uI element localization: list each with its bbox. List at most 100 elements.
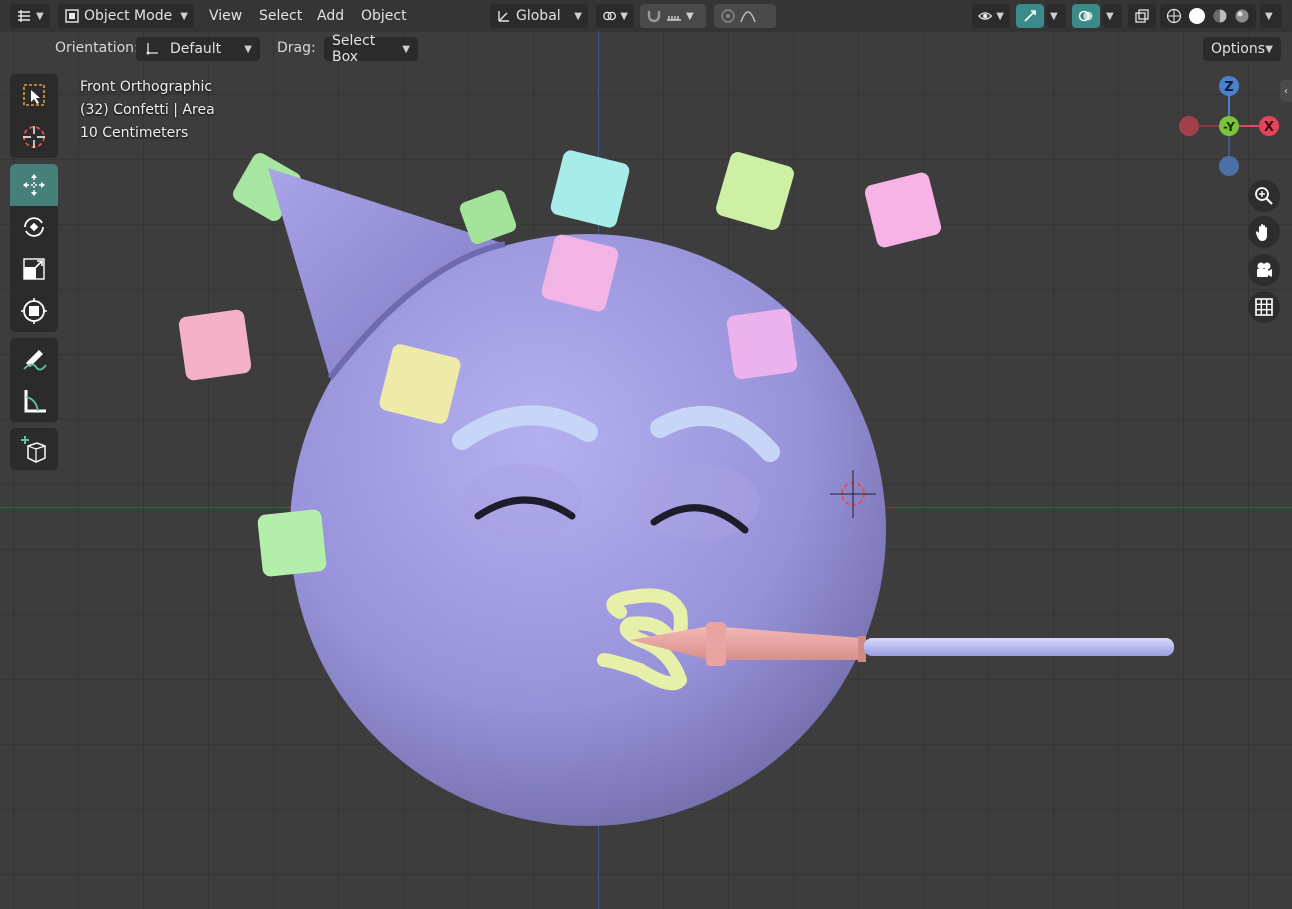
rotate-tool[interactable] [10, 206, 58, 248]
snap-toggle[interactable]: ▼ [640, 4, 706, 28]
gizmo-toggle[interactable] [1016, 4, 1044, 28]
gizmo-neg-y-axis[interactable]: -Y [1219, 116, 1239, 136]
overlays-dropdown[interactable]: ▼ [1102, 4, 1122, 28]
chevron-down-icon: ▼ [620, 10, 628, 22]
select-box-tool[interactable] [10, 74, 58, 116]
gizmo-z-axis[interactable]: Z [1219, 76, 1239, 96]
select-box-icon [23, 84, 45, 106]
orientation-setting-dropdown[interactable]: Default ▼ [136, 37, 260, 61]
wireframe-shading-icon[interactable] [1166, 8, 1182, 24]
viewport-info: Front Orthographic (32) Confetti | Area … [80, 76, 215, 145]
zoom-icon [1255, 187, 1273, 205]
chevron-down-icon: ▼ [996, 10, 1004, 22]
menu-add[interactable]: Add [317, 4, 344, 28]
scale-icon [23, 258, 45, 280]
chevron-down-icon: ▼ [1050, 10, 1058, 22]
transform-orientation-dropdown[interactable]: Global ▼ [490, 4, 588, 28]
grid-icon [1255, 298, 1273, 316]
drag-setting-value: Select Box [332, 33, 376, 65]
orientation-setting-label: Orientation: [55, 40, 139, 56]
chevron-down-icon: ▼ [180, 10, 188, 22]
svg-text:X: X [1264, 120, 1274, 135]
chevron-down-icon: ▼ [1265, 10, 1273, 22]
menu-object[interactable]: Object [361, 4, 407, 28]
cursor-tool[interactable] [10, 116, 58, 158]
chevron-down-icon: ▼ [244, 43, 252, 55]
tool-group-transform [10, 164, 58, 332]
camera-icon [1257, 262, 1272, 277]
editor-type-icon [18, 10, 30, 22]
mode-dropdown[interactable]: Object Mode ▼ [58, 4, 194, 28]
gizmo-dropdown[interactable]: ▼ [1046, 4, 1066, 28]
falloff-curve-icon [740, 11, 756, 23]
tool-group-annotate [10, 338, 58, 422]
shading-mode-group [1160, 4, 1256, 28]
sidebar-toggle[interactable]: ‹ [1280, 80, 1292, 102]
toggle-perspective-button[interactable] [1248, 291, 1280, 323]
party-horn[interactable] [630, 622, 1174, 666]
tool-settings-bar: Orientation: Default ▼ Drag: Select Box … [0, 33, 1292, 65]
transform-tool[interactable] [10, 290, 58, 332]
camera-view-button[interactable] [1248, 254, 1280, 286]
zoom-button[interactable] [1248, 180, 1280, 212]
measure-icon [24, 390, 46, 413]
magnet-icon [647, 11, 661, 23]
chevron-down-icon: ▼ [1265, 43, 1273, 55]
orientation-setting-value: Default [170, 41, 222, 57]
xray-toggle[interactable] [1128, 4, 1156, 28]
drag-setting-label: Drag: [277, 40, 316, 56]
scale-tool[interactable] [10, 248, 58, 290]
move-icon [23, 174, 45, 196]
view-name: Front Orthographic [80, 79, 213, 95]
add-cube-icon [21, 436, 46, 463]
gizmo-x-axis[interactable]: X [1259, 116, 1279, 136]
measure-tool[interactable] [10, 380, 58, 422]
proportional-edit-icon [721, 9, 735, 23]
tool-group-select [10, 74, 58, 158]
chevron-down-icon: ▼ [574, 10, 582, 22]
object-info: (32) Confetti | Area [80, 102, 215, 118]
hand-icon [1255, 224, 1267, 241]
tool-group-add [10, 428, 58, 470]
grid-scale: 10 Centimeters [80, 125, 189, 141]
rotate-icon [24, 217, 44, 237]
drag-setting-dropdown[interactable]: Select Box ▼ [324, 33, 418, 65]
chevron-down-icon: ▼ [1106, 10, 1114, 22]
editor-type-button[interactable]: ▼ [10, 4, 50, 28]
pivot-icon [603, 11, 617, 21]
menu-view[interactable]: View [209, 4, 242, 28]
material-preview-icon[interactable] [1212, 8, 1228, 24]
menu-select[interactable]: Select [259, 4, 302, 28]
gizmo-icon [1024, 10, 1036, 22]
tool-shelf [10, 74, 58, 476]
svg-text:-Y: -Y [1223, 120, 1235, 134]
solid-shading-icon[interactable] [1188, 7, 1206, 25]
rendered-shading-icon[interactable] [1234, 8, 1250, 24]
visibility-dropdown[interactable]: ▼ [972, 4, 1010, 28]
move-tool[interactable] [10, 164, 58, 206]
eye-icon [978, 12, 993, 20]
snap-increment-icon [667, 16, 681, 21]
navigation-gizmo[interactable]: Z X -Y [1170, 72, 1288, 180]
shading-dropdown[interactable]: ▼ [1260, 4, 1282, 28]
orientation-label: Global [516, 8, 561, 24]
xray-icon [1135, 9, 1149, 23]
transform-icon [21, 298, 47, 324]
chevron-left-icon: ‹ [1284, 85, 1288, 97]
pivot-dropdown[interactable]: ▼ [596, 4, 634, 28]
svg-text:Z: Z [1224, 80, 1233, 95]
chevron-down-icon: ▼ [402, 43, 410, 55]
options-label: Options [1211, 41, 1266, 57]
orientation-axes-icon [146, 43, 158, 55]
viewport-header: ▼ Object Mode ▼ View Select Add Object G… [0, 0, 1292, 32]
overlays-toggle[interactable] [1072, 4, 1100, 28]
proportional-edit-toggle[interactable] [714, 4, 776, 28]
chevron-down-icon: ▼ [686, 10, 694, 22]
options-dropdown[interactable]: Options ▼ [1203, 37, 1281, 61]
annotate-icon [23, 350, 47, 371]
overlays-icon [1078, 10, 1093, 22]
pan-button[interactable] [1248, 216, 1280, 248]
add-cube-tool[interactable] [10, 428, 58, 470]
annotate-tool[interactable] [10, 338, 58, 380]
chevron-down-icon: ▼ [36, 10, 44, 22]
